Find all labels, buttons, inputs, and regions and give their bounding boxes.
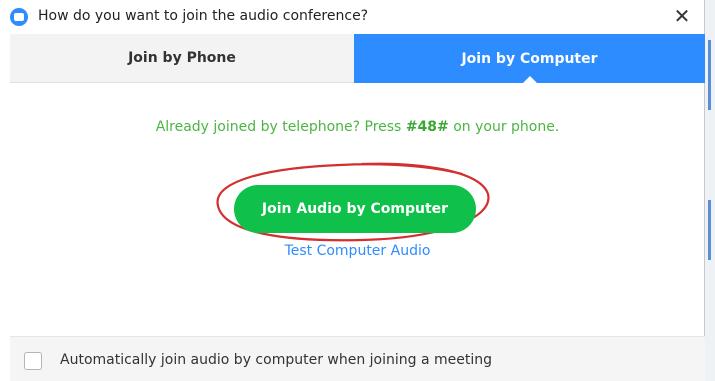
- tab-label: Join by Phone: [128, 50, 236, 66]
- tab-join-by-computer[interactable]: Join by Computer: [354, 34, 705, 84]
- audio-join-dialog: How do you want to join the audio confer…: [0, 0, 705, 381]
- dtmf-code: #48#: [405, 119, 449, 135]
- background-window-edge: [705, 0, 715, 381]
- dialog-title: How do you want to join the audio confer…: [38, 8, 369, 24]
- info-suffix: on your phone.: [448, 119, 560, 135]
- background-window-accent: [708, 40, 711, 110]
- auto-join-label: Automatically join audio by computer whe…: [60, 352, 493, 368]
- close-icon[interactable]: ✕: [670, 4, 694, 28]
- zoom-app-icon: [10, 8, 28, 26]
- tab-label: Join by Computer: [461, 50, 598, 67]
- background-window-accent: [708, 200, 711, 260]
- tab-join-by-phone[interactable]: Join by Phone: [10, 34, 354, 83]
- join-audio-by-computer-button[interactable]: Join Audio by Computer: [234, 185, 476, 233]
- join-method-tabs: Join by Phone Join by Computer: [10, 34, 705, 84]
- dialog-footer: Automatically join audio by computer whe…: [10, 336, 705, 381]
- test-computer-audio-link[interactable]: Test Computer Audio: [10, 243, 705, 259]
- title-bar: How do you want to join the audio confer…: [0, 0, 705, 34]
- telephone-info-text: Already joined by telephone? Press #48# …: [10, 119, 705, 135]
- info-prefix: Already joined by telephone? Press: [155, 119, 406, 135]
- selected-tab-indicator: [521, 76, 538, 84]
- auto-join-checkbox[interactable]: [24, 352, 42, 370]
